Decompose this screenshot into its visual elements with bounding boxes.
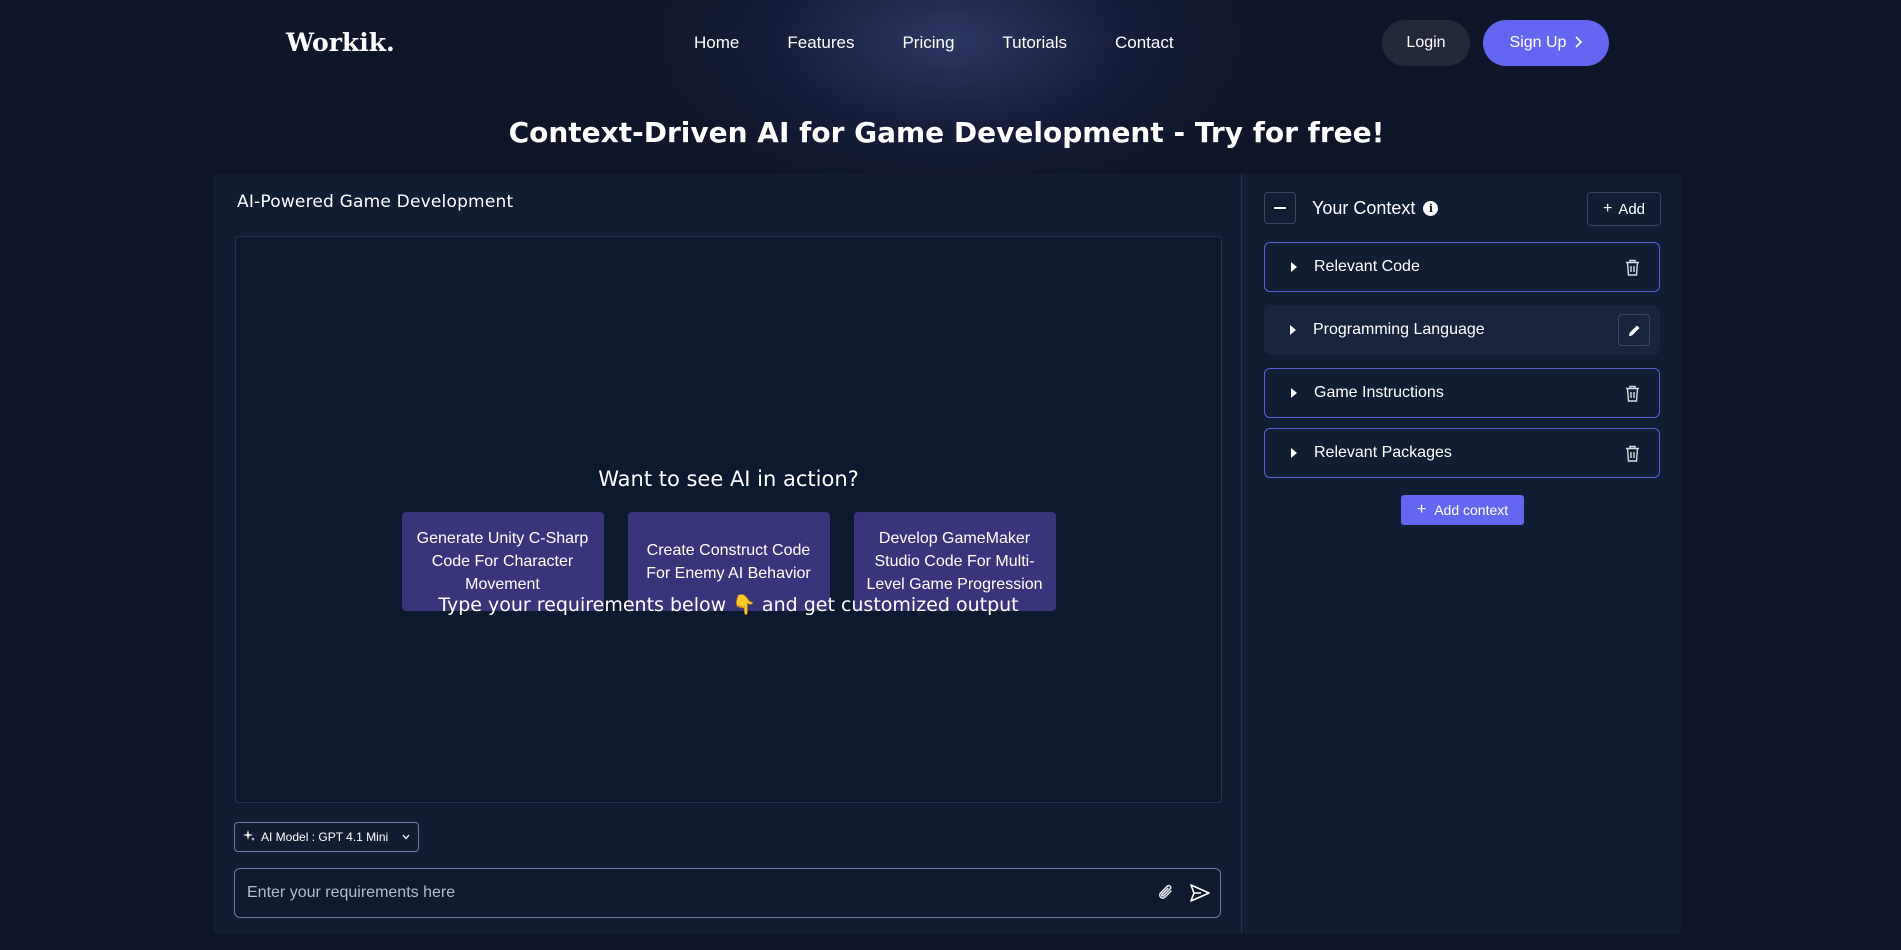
panel-title: AI-Powered Game Development — [237, 192, 514, 212]
add-context-label: Add context — [1434, 502, 1509, 518]
caret-right-icon — [1291, 262, 1297, 272]
trash-icon[interactable] — [1621, 382, 1643, 404]
nav-item-features[interactable]: Features — [787, 33, 854, 53]
requirements-input[interactable] — [247, 869, 1127, 917]
suggestion-label: Generate Unity C-Sharp Code For Characte… — [416, 530, 589, 593]
caret-right-icon — [1291, 448, 1297, 458]
nav-item-pricing[interactable]: Pricing — [902, 33, 954, 53]
chevron-right-icon — [1574, 35, 1583, 51]
suggestion-label: Develop GameMaker Studio Code For Multi-… — [866, 530, 1043, 593]
add-label: Add — [1618, 200, 1646, 218]
brand-logo[interactable]: Workik. — [286, 28, 395, 57]
trash-icon[interactable] — [1621, 256, 1643, 278]
nav-item-home[interactable]: Home — [694, 33, 739, 53]
caret-right-icon — [1291, 388, 1297, 398]
context-item-game-instructions[interactable]: Game Instructions — [1264, 368, 1660, 418]
context-title: Your Context i — [1312, 198, 1439, 219]
hint-after: and get customized output — [761, 594, 1019, 616]
login-label: Login — [1406, 34, 1446, 51]
add-context-button[interactable]: + Add context — [1401, 495, 1524, 525]
type-hint: Type your requirements below 👇 and get c… — [236, 593, 1221, 616]
minus-icon — [1274, 207, 1286, 209]
context-item-label: Relevant Packages — [1314, 444, 1452, 461]
ai-model-label: AI Model : GPT 4.1 Mini — [261, 830, 389, 844]
info-icon[interactable]: i — [1423, 201, 1439, 216]
requirements-input-box — [234, 868, 1221, 918]
context-item-label: Relevant Code — [1314, 258, 1420, 275]
nav-item-tutorials[interactable]: Tutorials — [1002, 33, 1067, 53]
login-button[interactable]: Login — [1382, 20, 1470, 66]
plus-icon: + — [1602, 200, 1613, 217]
context-item-relevant-packages[interactable]: Relevant Packages — [1264, 428, 1660, 478]
site-header: Workik. Home Features Pricing Tutorials … — [0, 0, 1901, 86]
paperclip-icon[interactable] — [1157, 883, 1175, 908]
hand-pointing-down-icon: 👇 — [732, 594, 756, 616]
add-button[interactable]: + Add — [1587, 192, 1661, 226]
ai-workspace-panel: AI-Powered Game Development Want to see … — [213, 174, 1241, 934]
context-title-label: Your Context — [1312, 198, 1416, 218]
sparkle-icon — [243, 829, 255, 845]
caret-right-icon — [1290, 325, 1296, 335]
see-ai-heading: Want to see AI in action? — [598, 467, 859, 491]
nav-item-contact[interactable]: Contact — [1115, 33, 1174, 53]
signup-label: Sign Up — [1509, 34, 1567, 51]
chevron-down-icon — [402, 832, 410, 843]
workspace-card: AI-Powered Game Development Want to see … — [213, 174, 1682, 934]
pencil-icon[interactable] — [1618, 314, 1650, 346]
page-title: Context-Driven AI for Game Development -… — [508, 116, 1385, 149]
context-item-programming-language[interactable]: Programming Language — [1264, 305, 1660, 355]
send-icon[interactable] — [1189, 883, 1211, 908]
context-item-label: Programming Language — [1313, 321, 1485, 338]
hint-before: Type your requirements below — [438, 594, 727, 616]
signup-button[interactable]: Sign Up — [1483, 20, 1609, 66]
suggestion-label: Create Construct Code For Enemy AI Behav… — [646, 541, 811, 582]
collapse-context-button[interactable] — [1264, 192, 1296, 224]
context-item-relevant-code[interactable]: Relevant Code — [1264, 242, 1660, 292]
output-area: Want to see AI in action? Generate Unity… — [235, 236, 1222, 803]
context-item-label: Game Instructions — [1314, 384, 1444, 401]
trash-icon[interactable] — [1621, 442, 1643, 464]
main-nav: Home Features Pricing Tutorials Contact — [694, 33, 1174, 53]
plus-icon: + — [1416, 501, 1427, 518]
ai-model-select[interactable]: AI Model : GPT 4.1 Mini — [234, 822, 419, 852]
context-panel: Your Context i + Add Relevant Code Progr… — [1241, 174, 1682, 934]
